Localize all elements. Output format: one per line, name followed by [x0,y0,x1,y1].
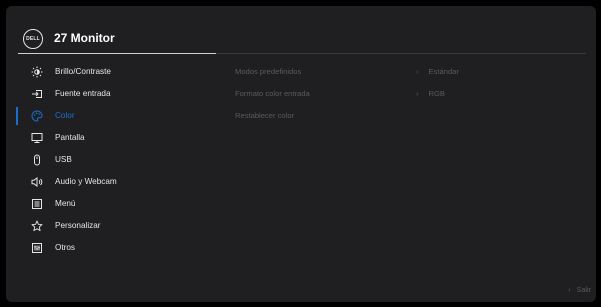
menu-item-brightness-contrast[interactable]: Brillo/Contraste [16,62,216,82]
input-source-icon [30,87,44,101]
menu-item-input-source[interactable]: Fuente entrada [16,84,216,104]
menu-item-label: Brillo/Contraste [55,67,111,76]
menu-item-label: Pantalla [55,133,85,142]
speaker-icon [30,175,44,189]
menu-item-display[interactable]: Pantalla [16,128,216,148]
input-color-format-value: RGB [428,89,445,98]
active-indicator [16,107,18,125]
chevron-left-icon: ‹ [568,285,571,294]
header-divider-active [18,53,216,54]
submenu-item-input-color-format[interactable]: Formato color entrada [235,89,310,103]
dell-logo: DELL [23,29,43,49]
menu-item-usb[interactable]: USB [16,150,216,170]
exit-button[interactable]: ‹ Salir [568,285,591,294]
submenu-value-input-color-format: › RGB [416,89,445,103]
submenu-item-preset-modes[interactable]: Modos predefinidos [235,67,301,81]
menu-item-personalize[interactable]: Personalizar [16,216,216,236]
menu-item-label: Otros [55,243,76,252]
chevron-right-icon: › [416,67,419,76]
color-palette-icon [30,109,44,123]
submenu-value-preset-modes: › Estándar [416,67,459,81]
menu-item-label: Fuente entrada [55,89,111,98]
exit-label: Salir [576,285,591,294]
menu-item-color[interactable]: Color [16,106,216,126]
preset-mode-value: Estándar [428,67,459,76]
menu-item-menu[interactable]: Menú [16,194,216,214]
menu-item-others[interactable]: Otros [16,238,216,258]
menu-list-icon [30,197,44,211]
menu-item-label: Color [55,111,75,120]
monitor-title: 27 Monitor [54,31,115,45]
other-settings-icon [30,241,44,255]
menu-item-label: Personalizar [55,221,101,230]
display-icon [30,131,44,145]
header-divider [216,53,586,54]
star-icon [30,219,44,233]
menu-item-label: USB [55,155,72,164]
menu-item-label: Menú [55,199,76,208]
submenu-item-reset-color[interactable]: Restablecer color [235,111,294,125]
monitor-osd-panel: DELL 27 Monitor Brillo/Contraste Fuente … [6,6,596,302]
menu-item-audio-webcam[interactable]: Audio y Webcam [16,172,216,192]
osd-header: DELL 27 Monitor [6,6,596,54]
menu-item-label: Audio y Webcam [55,177,117,186]
usb-icon [30,153,44,167]
chevron-right-icon: › [416,89,419,98]
brightness-icon [30,65,44,79]
